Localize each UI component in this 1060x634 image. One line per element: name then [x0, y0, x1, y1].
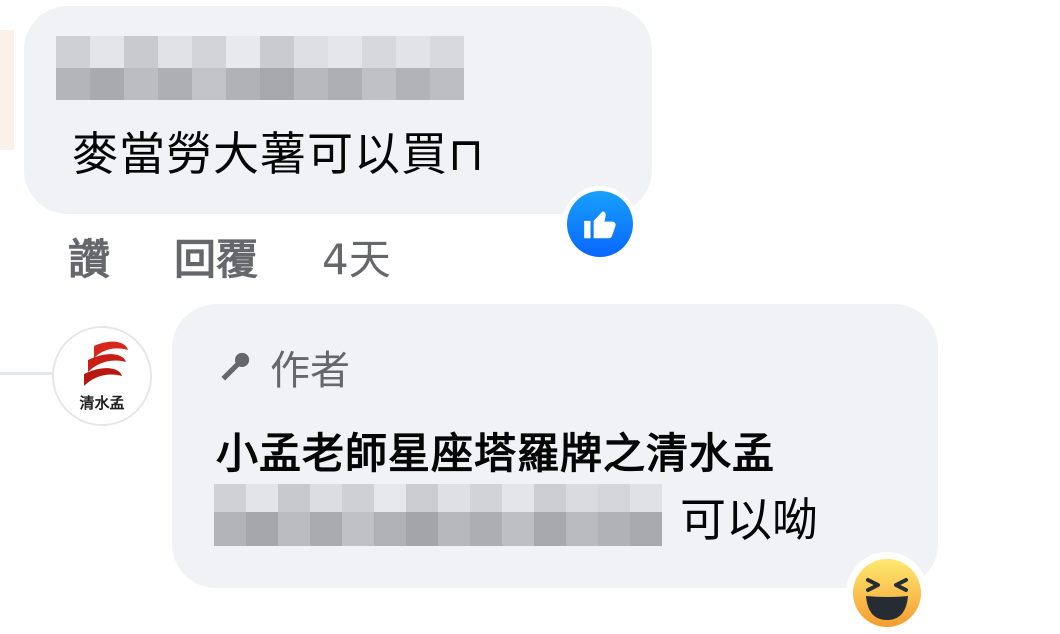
comment-text: 麥當勞大薯可以買⊓: [72, 127, 485, 181]
reply-author-name[interactable]: 小孟老師星座塔羅牌之清水孟: [216, 420, 775, 481]
avatar-logo-icon: 清水孟: [54, 328, 150, 424]
blurred-commenter-name: [56, 36, 464, 100]
reply-text: 可以呦: [680, 493, 818, 547]
like-action[interactable]: 讚: [68, 226, 110, 287]
comment-timestamp[interactable]: 4天: [322, 226, 391, 287]
author-badge-label: 作者: [270, 348, 350, 394]
like-reaction-badge[interactable]: [562, 186, 638, 262]
like-icon: [584, 211, 616, 239]
blurred-mention: [214, 484, 662, 546]
microphone-icon: [221, 352, 250, 381]
thread-connector-horizontal: [0, 372, 52, 375]
thread-connector: [0, 30, 14, 150]
author-badge: 作者: [218, 338, 350, 396]
haha-icon: [853, 559, 921, 627]
avatar-label: 清水孟: [79, 394, 124, 412]
author-avatar[interactable]: 清水孟: [52, 326, 152, 426]
reply-action[interactable]: 回覆: [174, 226, 258, 287]
haha-reaction-badge[interactable]: [846, 552, 928, 634]
comment-actions: 讚 回覆 4天: [68, 226, 391, 287]
